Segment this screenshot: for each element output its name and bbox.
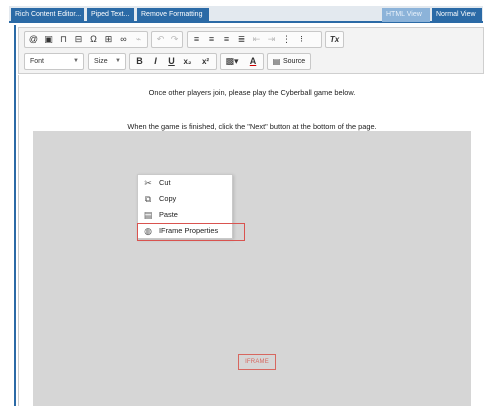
insert-group: @ ▣ ⊓ ⊟ Ω ⊞ ∞ ⌁ (24, 31, 148, 48)
menu-item-label: Cut (159, 178, 171, 187)
iframe-placeholder[interactable]: ✂ Cut ⧉ Copy ▤ Paste ◍ IFrame Properties… (33, 131, 471, 406)
remove-formatting-button[interactable]: Remove Formatting (137, 8, 209, 22)
scissors-icon: ✂ (144, 178, 152, 188)
anchor-icon[interactable]: @ (27, 33, 40, 46)
instruction-text-2: When the game is finished, click the "Ne… (127, 122, 377, 131)
size-select[interactable]: Size ▼ (88, 53, 126, 70)
bullet-list-icon[interactable]: ⁝ (295, 33, 308, 46)
editor-content-area[interactable]: Once other players join, please play the… (18, 75, 484, 406)
file-icon[interactable]: ⊓ (57, 33, 70, 46)
menu-item-paste[interactable]: ▤ Paste (138, 208, 234, 224)
align-center-icon[interactable]: ≡ (205, 33, 218, 46)
indent-icon[interactable]: ⇥ (265, 33, 278, 46)
italic-button[interactable]: I (149, 55, 162, 68)
history-group: ↶ ↷ (151, 31, 183, 48)
undo-icon[interactable]: ↶ (154, 33, 167, 46)
menu-item-copy[interactable]: ⧉ Copy (138, 192, 234, 208)
text-style-group: B I U x₂ x² (129, 53, 217, 70)
subscript-button[interactable]: x₂ (181, 55, 194, 68)
context-menu: ✂ Cut ⧉ Copy ▤ Paste ◍ IFrame Properties (137, 174, 245, 241)
color-group: ▩▾ A (220, 53, 264, 70)
chevron-down-icon: ▼ (73, 58, 79, 64)
editor-toolbar: @ ▣ ⊓ ⊟ Ω ⊞ ∞ ⌁ ↶ ↷ ≡ ≡ ≡ ≣ ⇤ ⇥ ⋮ ⁝ Tx F… (18, 27, 484, 74)
video-icon[interactable]: ⊟ (72, 33, 85, 46)
html-view-toggle[interactable]: HTML View (382, 8, 430, 22)
text-color-button[interactable]: A (244, 55, 262, 68)
special-char-icon[interactable]: Ω (87, 33, 100, 46)
align-right-icon[interactable]: ≡ (220, 33, 233, 46)
image-icon[interactable]: ▣ (42, 33, 55, 46)
iframe-tag-label: IFRAME (238, 354, 276, 370)
menu-item-label: Copy (159, 194, 177, 203)
piped-text-button[interactable]: Piped Text... (87, 8, 134, 22)
globe-icon: ◍ (144, 226, 152, 236)
remove-format-icon[interactable]: Tx (328, 33, 341, 46)
table-icon[interactable]: ⊞ (102, 33, 115, 46)
rich-text-editor: @ ▣ ⊓ ⊟ Ω ⊞ ∞ ⌁ ↶ ↷ ≡ ≡ ≡ ≣ ⇤ ⇥ ⋮ ⁝ Tx F… (14, 25, 484, 406)
outdent-icon[interactable]: ⇤ (250, 33, 263, 46)
editor-top-bar: Rich Content Editor... Piped Text... Rem… (9, 6, 483, 23)
menu-item-label: Paste (159, 210, 178, 219)
menu-item-label: IFrame Properties (159, 226, 219, 235)
font-select-label: Font (30, 58, 45, 65)
superscript-button[interactable]: x² (199, 55, 212, 68)
source-button[interactable]: Source (283, 54, 305, 69)
paste-icon: ▤ (143, 210, 153, 220)
remove-format-group: Tx (325, 31, 344, 48)
unlink-icon[interactable]: ⌁ (132, 33, 145, 46)
rich-content-editor-button[interactable]: Rich Content Editor... (11, 8, 84, 22)
menu-item-iframe-properties[interactable]: ◍ IFrame Properties (137, 223, 245, 241)
bold-button[interactable]: B (133, 55, 146, 68)
instruction-text-1: Once other players join, please play the… (148, 88, 356, 97)
background-color-icon[interactable]: ▩▾ (223, 55, 241, 68)
redo-icon[interactable]: ↷ (168, 33, 181, 46)
menu-item-cut[interactable]: ✂ Cut (138, 176, 234, 192)
normal-view-toggle[interactable]: Normal View (432, 8, 482, 22)
copy-icon: ⧉ (144, 194, 152, 204)
justify-icon[interactable]: ≣ (235, 33, 248, 46)
underline-button[interactable]: U (165, 55, 178, 68)
source-group: ▤ Source (267, 53, 311, 70)
source-icon: ▤ (272, 57, 281, 66)
font-select[interactable]: Font ▼ (24, 53, 84, 70)
align-left-icon[interactable]: ≡ (190, 33, 203, 46)
numbered-list-icon[interactable]: ⋮ (280, 33, 293, 46)
size-select-label: Size (94, 58, 108, 65)
chevron-down-icon: ▼ (115, 58, 121, 64)
align-group: ≡ ≡ ≡ ≣ ⇤ ⇥ ⋮ ⁝ (187, 31, 322, 48)
link-icon[interactable]: ∞ (117, 33, 130, 46)
